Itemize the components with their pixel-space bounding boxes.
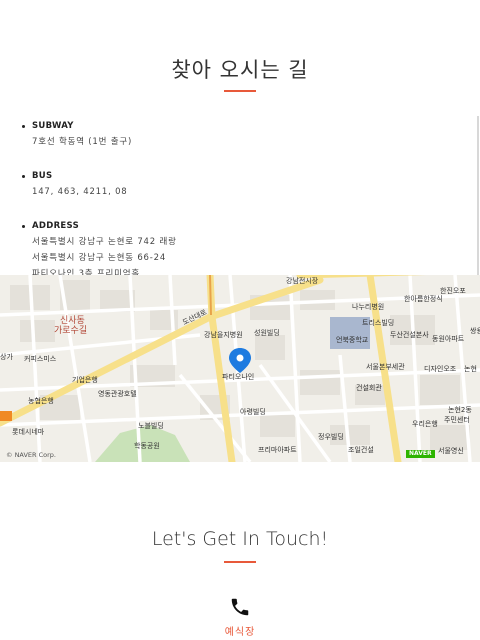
info-item-bus: BUS 147, 463, 4211, 08 — [22, 170, 452, 200]
info-line: 7호선 학동역 (1번 출구) — [32, 137, 133, 147]
map-label: 우리은행 — [412, 419, 438, 428]
info-line: 서울특별시 강남구 논현동 66-24 — [32, 253, 167, 263]
scrollbar[interactable] — [477, 116, 479, 286]
map-label: 서울본부세관 — [366, 362, 405, 371]
map-label: 건설회관 — [356, 383, 382, 392]
map-label: 상가 — [0, 352, 13, 361]
map-label: 가로수길 — [54, 325, 87, 336]
contact-title: Let's Get In Touch! — [151, 528, 329, 550]
map-label: 커피스미스 — [24, 354, 57, 363]
map-label: 성원빌딩 — [254, 328, 280, 337]
naver-logo[interactable]: NAVER — [406, 450, 435, 458]
map-copyright: © NAVER Corp. — [6, 451, 56, 459]
map-label: 조일건설 — [348, 445, 374, 454]
phone-icon[interactable] — [229, 596, 251, 618]
map-label: 아령빌딩 — [240, 407, 266, 416]
map-label: 프리마아파트 — [258, 445, 297, 454]
subway-marker — [0, 411, 12, 421]
title-underline — [224, 90, 256, 92]
map-label: 신사동 — [60, 315, 85, 326]
map-label: 두산건설본사 — [390, 330, 429, 339]
map-label: 쌍용 — [470, 326, 480, 335]
map-label: 롯데시네마 — [12, 427, 45, 436]
map-label: 서울영신 — [438, 446, 464, 455]
map-label: 노블빌딩 — [138, 421, 164, 430]
map-label: 한진오포 — [440, 286, 466, 295]
map-label: 논현2동 — [448, 406, 472, 414]
expressway — [209, 275, 212, 316]
map-label: 트리스빌딩 — [362, 318, 394, 327]
title-underline — [224, 561, 256, 563]
map-label: 나누리병원 — [352, 302, 384, 311]
info-item-address: ADDRESS 서울특별시 강남구 논현로 742 래랑 서울특별시 강남구 논… — [22, 220, 452, 282]
info-line: 147, 463, 4211, 08 — [32, 187, 128, 197]
map-label: 파티오나인 — [222, 372, 254, 381]
directions-title: 찾아 오시는 길 — [171, 58, 309, 82]
map-label: 농협은행 — [28, 396, 54, 405]
info-label: ADDRESS — [32, 221, 80, 231]
location-map[interactable]: 강남전시장 한진오포 나누리병원 한아름한정식 트리스빌딩 강남을지병원 성원빌… — [0, 275, 480, 462]
phone-label[interactable]: 예식장 — [0, 623, 480, 638]
map-label: 학동공원 — [134, 441, 160, 450]
info-item-subway: SUBWAY 7호선 학동역 (1번 출구) — [22, 120, 452, 150]
map-label: 영동관광호텔 — [98, 389, 137, 398]
map-label: 기업은행 — [72, 375, 98, 384]
map-canvas[interactable]: 강남전시장 한진오포 나누리병원 한아름한정식 트리스빌딩 강남을지병원 성원빌… — [0, 275, 480, 462]
info-label: BUS — [32, 171, 53, 181]
map-label: 강남전시장 — [286, 276, 319, 285]
map-label: 강남을지병원 — [204, 330, 243, 339]
map-label: 한아름한정식 — [404, 294, 443, 303]
map-label: 언북중학교 — [336, 335, 369, 344]
map-label: 주민센터 — [444, 415, 470, 424]
info-label: SUBWAY — [32, 121, 74, 131]
map-label: 논현 — [464, 365, 477, 373]
map-label: 정우빌딩 — [318, 432, 344, 441]
map-label: 디자인오조 — [424, 364, 457, 373]
map-label: 동원아파트 — [432, 334, 465, 343]
info-line: 서울특별시 강남구 논현로 742 래랑 — [32, 237, 177, 247]
